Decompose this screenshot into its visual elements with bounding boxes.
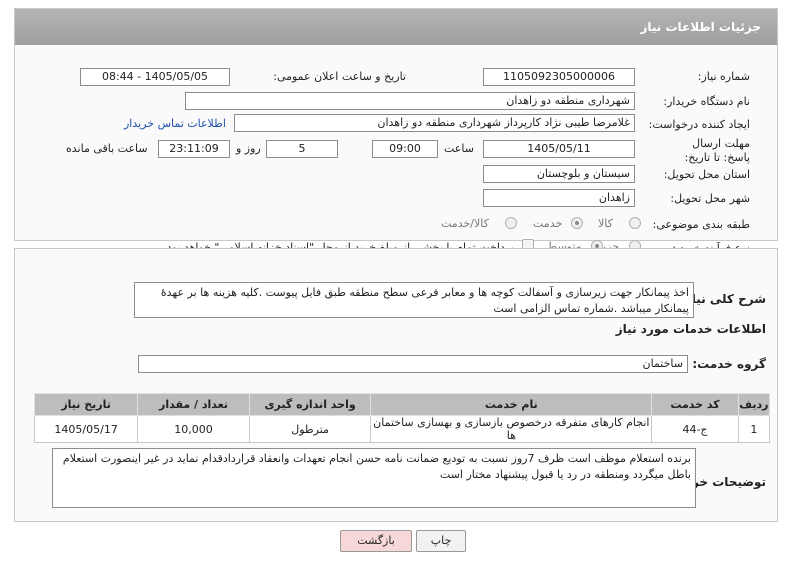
column-header: نام خدمت: [370, 393, 653, 416]
description-textarea[interactable]: اخذ پیمانکار جهت زیرسازی و آسفالت کوچه ه…: [134, 282, 694, 318]
panel-header: جزئیات اطلاعات نیاز: [15, 9, 777, 45]
days-field: 5: [266, 140, 338, 158]
creator-field: غلامرضا طیبی نژاد کارپرداز شهرداری منطقه…: [234, 114, 635, 132]
category-option-service: خدمت: [533, 217, 563, 230]
unit: مترطول: [248, 415, 372, 443]
column-header: تعداد / مقدار: [137, 393, 250, 416]
service-name: انجام کارهای متفرقه درخصوص بازسازی و بهس…: [370, 415, 653, 443]
city-label: شهر محل تحویل:: [670, 192, 750, 205]
page-title: جزئیات اطلاعات نیاز: [640, 20, 761, 34]
province-field: سیستان و بلوچستان: [483, 165, 635, 183]
buyer-org-label: نام دستگاه خریدار:: [663, 95, 750, 108]
buyer-org-field: شهرداری منطقه دو زاهدان: [185, 92, 635, 110]
province-label: استان محل تحویل:: [663, 168, 750, 181]
deadline-date-field: 1405/05/11: [483, 140, 635, 158]
print-button[interactable]: چاپ: [416, 530, 466, 552]
back-button[interactable]: بازگشت: [340, 530, 412, 552]
category-radio-goods[interactable]: [629, 217, 641, 229]
need-number-label: شماره نیاز:: [697, 70, 750, 83]
service-code: ج-44: [651, 415, 739, 443]
column-header: واحد اندازه گیری: [248, 393, 372, 416]
category-radio-goods-service[interactable]: [505, 217, 517, 229]
remaining-time-field: 23:11:09: [158, 140, 230, 158]
deadline-time-label: ساعت: [444, 142, 474, 155]
service-group-label: گروه خدمت:: [692, 357, 766, 371]
service-group-field: ساختمان: [138, 355, 688, 373]
remaining-time-label: ساعت باقی مانده: [66, 142, 148, 155]
buyer-contact-link[interactable]: اطلاعات تماس خریدار: [124, 117, 226, 130]
days-label: روز و: [236, 142, 261, 155]
category-option-goods: کالا: [598, 217, 613, 230]
category-option-goods-service: کالا/خدمت: [441, 217, 489, 230]
table-row: 1 ج-44 انجام کارهای متفرقه درخصوص بازساز…: [33, 415, 771, 443]
services-section-title: اطلاعات خدمات مورد نیاز: [615, 322, 766, 336]
column-header: تاریخ نیاز: [33, 393, 139, 416]
creator-label: ایجاد کننده درخواست:: [648, 118, 750, 131]
need-date: 1405/05/17: [33, 415, 139, 443]
deadline-label: مهلت ارسال پاسخ: تا تاریخ:: [684, 137, 750, 164]
announce-date-label: تاریخ و ساعت اعلان عمومی:: [273, 70, 406, 83]
buyer-notes-textarea[interactable]: برنده استعلام موظف است ظرف 7روز نسبت به …: [52, 448, 696, 508]
need-number-field: 1105092305000006: [483, 68, 635, 86]
column-header: ردیف: [737, 393, 771, 416]
category-radio-service[interactable]: [571, 217, 583, 229]
services-table-header: ردیف کد خدمت نام خدمت واحد اندازه گیری ت…: [33, 393, 771, 416]
announce-date-field: 1405/05/05 - 08:44: [80, 68, 230, 86]
city-field: زاهدان: [483, 189, 635, 207]
column-header: کد خدمت: [651, 393, 739, 416]
quantity: 10,000: [137, 415, 250, 443]
category-label: طبقه بندی موضوعی:: [652, 218, 750, 231]
row-index: 1: [737, 415, 771, 443]
services-table: ردیف کد خدمت نام خدمت واحد اندازه گیری ت…: [33, 393, 771, 443]
deadline-time-field: 09:00: [372, 140, 438, 158]
